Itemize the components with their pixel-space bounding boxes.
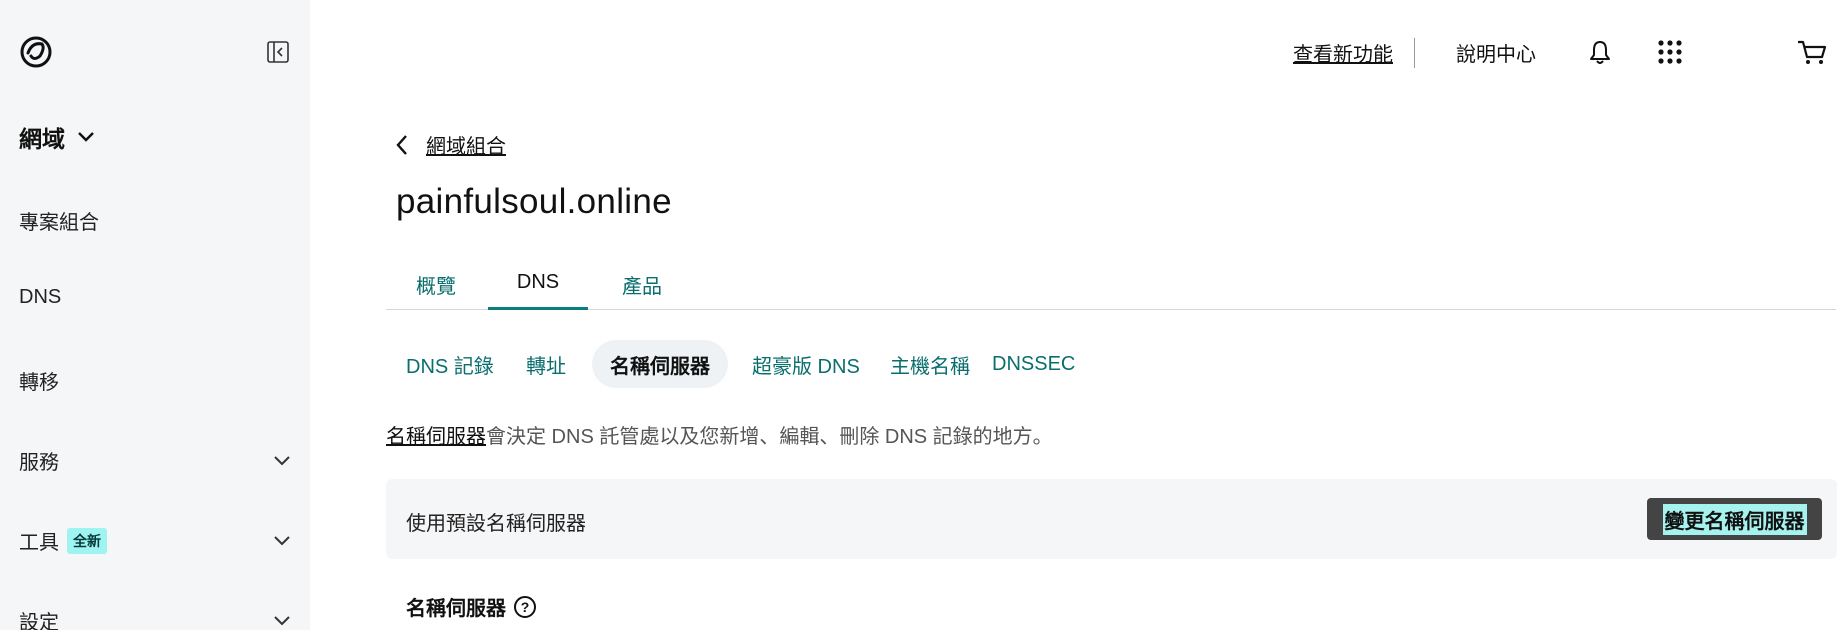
help-center-link[interactable]: 說明中心 bbox=[1456, 36, 1536, 68]
whats-new-link[interactable]: 查看新功能 bbox=[1293, 36, 1393, 68]
sidebar-heading-label: 網域 bbox=[19, 126, 65, 152]
sidebar-item-label: 服務 bbox=[19, 452, 59, 474]
breadcrumb-label: 網域組合 bbox=[426, 136, 506, 158]
nameserver-mode-label: 使用預設名稱伺服器 bbox=[406, 513, 586, 535]
help-question-icon[interactable]: ? bbox=[514, 595, 536, 618]
sidebar-item-dns[interactable]: DNS bbox=[19, 286, 291, 309]
subtab-label: 名稱伺服器 bbox=[610, 355, 710, 378]
chevron-down-icon bbox=[274, 455, 290, 465]
new-badge: 全新 bbox=[67, 527, 107, 554]
tab-products[interactable]: 產品 bbox=[592, 258, 692, 310]
subtab-forwarding[interactable]: 轉址 bbox=[508, 340, 584, 388]
tab-label: 產品 bbox=[622, 275, 662, 298]
section-heading-label: 名稱伺服器 bbox=[406, 598, 506, 620]
sidebar-item-label: DNS bbox=[19, 286, 62, 308]
tab-label: DNS bbox=[516, 271, 560, 293]
tab-label: 概覽 bbox=[416, 275, 456, 298]
breadcrumb-back-link[interactable]: 網域組合 bbox=[396, 130, 506, 159]
collapse-sidebar-icon[interactable] bbox=[266, 40, 290, 64]
description-text: 會決定 DNS 託管處以及您新增、編輯、刪除 DNS 記錄的地方。 bbox=[486, 426, 1053, 448]
apps-grid-icon[interactable] bbox=[1656, 38, 1684, 66]
subtab-label: DNSSEC bbox=[992, 352, 1076, 375]
sidebar-heading-domains[interactable]: 網域 bbox=[19, 120, 95, 154]
subtab-label: 超豪版 DNS bbox=[752, 355, 860, 378]
chevron-down-icon bbox=[78, 132, 94, 142]
bell-icon[interactable] bbox=[1586, 38, 1614, 66]
logo-icon[interactable] bbox=[18, 34, 54, 70]
subtab-nameservers[interactable]: 名稱伺服器 bbox=[592, 340, 728, 388]
change-nameservers-button[interactable]: 變更名稱伺服器 bbox=[1647, 498, 1822, 540]
header-divider bbox=[1414, 38, 1415, 68]
sidebar-item-label: 工具 bbox=[19, 532, 59, 554]
button-label: 變更名稱伺服器 bbox=[1662, 503, 1807, 535]
sidebar-item-services[interactable]: 服務 bbox=[19, 446, 291, 475]
sidebar-item-tools[interactable]: 工具 全新 bbox=[19, 526, 291, 555]
tab-dns[interactable]: DNS bbox=[488, 258, 588, 310]
subtab-label: DNS 記錄 bbox=[406, 355, 494, 378]
nameserver-help-link[interactable]: 名稱伺服器 bbox=[386, 426, 486, 448]
sidebar-item-transfer[interactable]: 轉移 bbox=[19, 366, 291, 395]
sidebar-item-label: 轉移 bbox=[19, 372, 59, 394]
chevron-down-icon bbox=[274, 615, 290, 625]
sidebar-item-label: 設定 bbox=[19, 612, 59, 630]
page-title: painfulsoul.online bbox=[396, 182, 672, 221]
chevron-down-icon bbox=[274, 535, 290, 545]
tab-overview[interactable]: 概覽 bbox=[386, 258, 486, 310]
sidebar-item-portfolio[interactable]: 專案組合 bbox=[19, 206, 291, 235]
sidebar-item-settings[interactable]: 設定 bbox=[19, 606, 291, 630]
main-tabs: 概覽 DNS 產品 bbox=[386, 258, 1836, 310]
sidebar-item-label: 專案組合 bbox=[19, 212, 99, 234]
subtab-dnssec[interactable]: DNSSEC bbox=[974, 340, 1093, 388]
nameservers-section-heading: 名稱伺服器 ? bbox=[406, 592, 536, 621]
subtab-label: 主機名稱 bbox=[890, 355, 970, 378]
sidebar: 網域 專案組合 DNS 轉移 服務 工具 全新 設定 bbox=[0, 0, 310, 630]
subtab-premium-dns[interactable]: 超豪版 DNS bbox=[734, 340, 878, 388]
nameserver-description: 名稱伺服器會決定 DNS 託管處以及您新增、編輯、刪除 DNS 記錄的地方。 bbox=[386, 420, 1053, 449]
cart-icon[interactable] bbox=[1796, 38, 1828, 66]
subtab-label: 轉址 bbox=[526, 355, 566, 378]
subtab-dns-records[interactable]: DNS 記錄 bbox=[388, 340, 512, 388]
chevron-left-icon bbox=[396, 134, 407, 155]
subtab-hostnames[interactable]: 主機名稱 bbox=[872, 340, 988, 388]
nameserver-panel: 使用預設名稱伺服器 變更名稱伺服器 bbox=[386, 479, 1837, 559]
